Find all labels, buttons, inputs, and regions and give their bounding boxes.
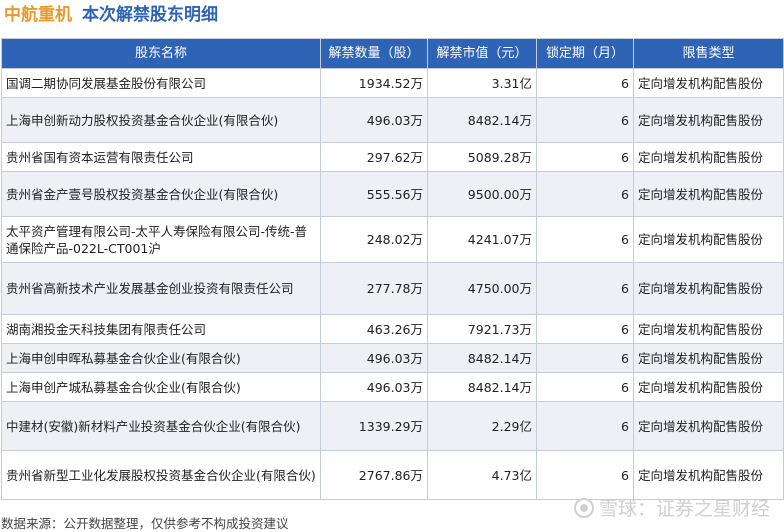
cell-shareholder: 湖南湘投金天科技集团有限责任公司 — [1, 314, 321, 344]
company-name: 中航重机 — [4, 5, 72, 25]
cell-restriction-type: 定向增发机构配售股份 — [633, 142, 784, 172]
cell-restriction-type: 定向增发机构配售股份 — [633, 401, 784, 451]
cell-restriction-type: 定向增发机构配售股份 — [633, 216, 784, 263]
cell-value: 4241.07万 — [427, 216, 537, 263]
cell-lock-period: 6 — [536, 68, 634, 98]
cell-lock-period: 6 — [536, 97, 634, 143]
cell-quantity: 463.26万 — [320, 314, 428, 344]
table-row: 上海申创申晖私募基金合伙企业(有限合伙) 496.03万 8482.14万 6 … — [1, 343, 784, 373]
cell-quantity: 2767.86万 — [320, 450, 428, 500]
table-row: 上海申创产城私募基金合伙企业(有限合伙) 496.03万 8482.14万 6 … — [1, 372, 784, 402]
column-header-quantity: 解禁数量（股） — [320, 38, 428, 69]
cell-shareholder: 中建材(安徽)新材料产业投资基金合伙企业(有限合伙) — [1, 401, 321, 451]
cell-shareholder: 太平资产管理有限公司-太平人寿保险有限公司-传统-普通保险产品-022L-CT0… — [1, 216, 321, 263]
cell-restriction-type: 定向增发机构配售股份 — [633, 171, 784, 217]
watermark: 雪球：证券之星财经 — [573, 494, 770, 521]
cell-quantity: 248.02万 — [320, 216, 428, 263]
cell-quantity: 1934.52万 — [320, 68, 428, 98]
cell-quantity: 1339.29万 — [320, 401, 428, 451]
cell-value: 4.73亿 — [427, 450, 537, 500]
cell-lock-period: 6 — [536, 343, 634, 373]
column-header-lock-period: 锁定期（月） — [536, 38, 634, 69]
cell-value: 4750.00万 — [427, 262, 537, 315]
cell-shareholder: 贵州省新型工业化发展股权投资基金合伙企业(有限合伙) — [1, 450, 321, 500]
table-row: 太平资产管理有限公司-太平人寿保险有限公司-传统-普通保险产品-022L-CT0… — [1, 216, 784, 263]
column-header-shareholder: 股东名称 — [1, 38, 321, 69]
cell-lock-period: 6 — [536, 450, 634, 500]
watermark-text: 雪球：证券之星财经 — [598, 498, 770, 520]
cell-quantity: 297.62万 — [320, 142, 428, 172]
table-row: 国调二期协同发展基金股份有限公司 1934.52万 3.31亿 6 定向增发机构… — [1, 68, 784, 98]
column-header-value: 解禁市值（元） — [427, 38, 537, 69]
cell-value: 2.29亿 — [427, 401, 537, 451]
cell-shareholder: 贵州省高新技术产业发展基金创业投资有限责任公司 — [1, 262, 321, 315]
table-row: 贵州省高新技术产业发展基金创业投资有限责任公司 277.78万 4750.00万… — [1, 262, 784, 315]
cell-restriction-type: 定向增发机构配售股份 — [633, 343, 784, 373]
cell-quantity: 496.03万 — [320, 343, 428, 373]
cell-quantity: 555.56万 — [320, 171, 428, 217]
cell-restriction-type: 定向增发机构配售股份 — [633, 262, 784, 315]
cell-lock-period: 6 — [536, 372, 634, 402]
table-row: 湖南湘投金天科技集团有限责任公司 463.26万 7921.73万 6 定向增发… — [1, 314, 784, 344]
cell-quantity: 496.03万 — [320, 372, 428, 402]
table-row: 贵州省国有资本运营有限责任公司 297.62万 5089.28万 6 定向增发机… — [1, 142, 784, 172]
cell-lock-period: 6 — [536, 401, 634, 451]
page-title: 中航重机 本次解禁股东明细 — [4, 3, 218, 27]
cell-restriction-type: 定向增发机构配售股份 — [633, 314, 784, 344]
cell-shareholder: 国调二期协同发展基金股份有限公司 — [1, 68, 321, 98]
cell-restriction-type: 定向增发机构配售股份 — [633, 97, 784, 143]
table-row: 上海申创新动力股权投资基金合伙企业(有限合伙) 496.03万 8482.14万… — [1, 97, 784, 143]
cell-lock-period: 6 — [536, 142, 634, 172]
table-subject: 本次解禁股东明细 — [82, 5, 218, 25]
column-header-restriction-type: 限售类型 — [633, 38, 784, 69]
data-source-note: 数据来源：公开数据整理，仅供参考不构成投资建议 — [1, 516, 289, 531]
snowball-logo-icon — [573, 497, 595, 519]
cell-value: 3.31亿 — [427, 68, 537, 98]
cell-value: 9500.00万 — [427, 171, 537, 217]
shareholder-table: 股东名称 解禁数量（股） 解禁市值（元） 锁定期（月） 限售类型 国调二期协同发… — [1, 38, 784, 500]
cell-quantity: 277.78万 — [320, 262, 428, 315]
table-row: 贵州省新型工业化发展股权投资基金合伙企业(有限合伙) 2767.86万 4.73… — [1, 450, 784, 500]
cell-shareholder: 上海申创新动力股权投资基金合伙企业(有限合伙) — [1, 97, 321, 143]
cell-value: 8482.14万 — [427, 97, 537, 143]
cell-value: 7921.73万 — [427, 314, 537, 344]
cell-lock-period: 6 — [536, 262, 634, 315]
table-row: 贵州省金产壹号股权投资基金合伙企业(有限合伙) 555.56万 9500.00万… — [1, 171, 784, 217]
cell-value: 8482.14万 — [427, 343, 537, 373]
cell-value: 5089.28万 — [427, 142, 537, 172]
cell-shareholder: 贵州省金产壹号股权投资基金合伙企业(有限合伙) — [1, 171, 321, 217]
cell-lock-period: 6 — [536, 314, 634, 344]
cell-shareholder: 贵州省国有资本运营有限责任公司 — [1, 142, 321, 172]
cell-restriction-type: 定向增发机构配售股份 — [633, 450, 784, 500]
cell-value: 8482.14万 — [427, 372, 537, 402]
cell-shareholder: 上海申创产城私募基金合伙企业(有限合伙) — [1, 372, 321, 402]
cell-shareholder: 上海申创申晖私募基金合伙企业(有限合伙) — [1, 343, 321, 373]
cell-quantity: 496.03万 — [320, 97, 428, 143]
cell-restriction-type: 定向增发机构配售股份 — [633, 372, 784, 402]
table-row: 中建材(安徽)新材料产业投资基金合伙企业(有限合伙) 1339.29万 2.29… — [1, 401, 784, 451]
cell-lock-period: 6 — [536, 216, 634, 263]
table-header-row: 股东名称 解禁数量（股） 解禁市值（元） 锁定期（月） 限售类型 — [1, 38, 784, 69]
cell-restriction-type: 定向增发机构配售股份 — [633, 68, 784, 98]
cell-lock-period: 6 — [536, 171, 634, 217]
